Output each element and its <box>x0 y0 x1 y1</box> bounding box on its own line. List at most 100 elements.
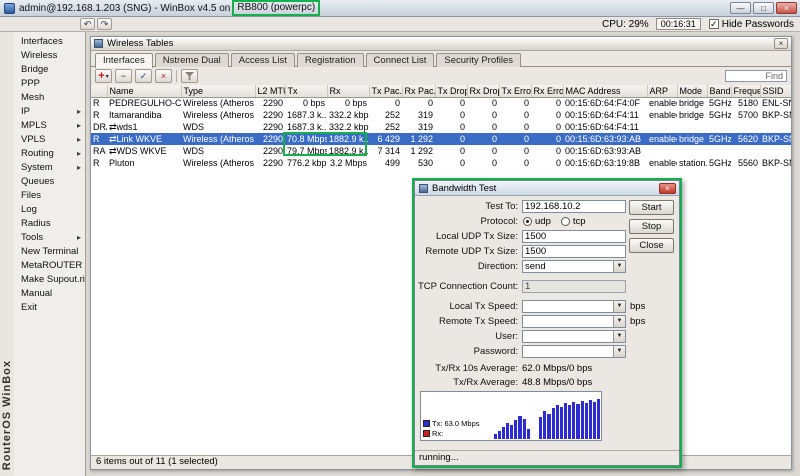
sidebar-item-new-terminal[interactable]: New Terminal <box>14 244 85 258</box>
close-dialog-button[interactable]: Close <box>629 238 674 253</box>
test-to-input[interactable]: 192.168.10.2 <box>522 200 626 213</box>
sidebar-item-bridge[interactable]: Bridge <box>14 62 85 76</box>
filter-button[interactable] <box>181 69 198 83</box>
column-header-mode[interactable]: Mode <box>677 85 707 97</box>
tab-security-profiles[interactable]: Security Profiles <box>436 53 521 67</box>
sidebar-item-ip[interactable]: IP▸ <box>14 104 85 118</box>
remote-tx-speed-select[interactable]: ▼ <box>522 315 626 328</box>
column-header-mac-address[interactable]: MAC Address <box>563 85 647 97</box>
app-title: admin@192.168.1.203 (SNG) - WinBox v4.5 … <box>19 0 320 16</box>
sidebar-item-wireless[interactable]: Wireless <box>14 48 85 62</box>
sidebar-item-vpls[interactable]: VPLS▸ <box>14 132 85 146</box>
column-header-tx-drops[interactable]: Tx Drops <box>435 85 467 97</box>
cell-tx: 1687.3 k... <box>285 109 327 121</box>
tab-access-list[interactable]: Access List <box>231 53 295 67</box>
test-to-label: Test To: <box>418 201 522 212</box>
disable-button[interactable]: × <box>155 69 172 83</box>
add-button[interactable]: +▾ <box>95 69 112 83</box>
sidebar-item-make-supout-rif[interactable]: Make Supout.rif <box>14 272 85 286</box>
column-header-tx-errors[interactable]: Tx Errors <box>499 85 531 97</box>
cell-mac: 00:15:6D:64:F4:11 <box>563 109 647 121</box>
column-header-type[interactable]: Type <box>181 85 255 97</box>
window-close-button[interactable]: × <box>774 38 788 49</box>
cell-tx_drops: 0 <box>435 133 467 145</box>
remote-udp-tx-size-input[interactable]: 1500 <box>522 245 626 258</box>
tab-bar: InterfacesNstreme DualAccess ListRegistr… <box>91 51 791 67</box>
password-label: Password: <box>418 346 522 357</box>
protocol-tcp-radio[interactable] <box>561 217 570 226</box>
table-row-link-wkve[interactable]: R⇄Link WKVEWireless (Atheros AR5...22907… <box>91 133 791 145</box>
cell-arp <box>647 145 677 157</box>
dialog-close-button[interactable]: × <box>659 183 676 194</box>
sidebar-item-mpls[interactable]: MPLS▸ <box>14 118 85 132</box>
column-header-rx[interactable]: Rx <box>327 85 369 97</box>
cell-ssid <box>760 145 791 157</box>
sidebar-item-mesh[interactable]: Mesh <box>14 90 85 104</box>
table-row-wds-wkve[interactable]: RA⇄WDS WKVEWDS229079.7 Mbps1882.9 k...7 … <box>91 145 791 157</box>
sidebar-item-interfaces[interactable]: Interfaces <box>14 34 85 48</box>
sidebar-item-log[interactable]: Log <box>14 202 85 216</box>
tab-interfaces[interactable]: Interfaces <box>95 53 153 68</box>
column-header-arp[interactable]: ARP <box>647 85 677 97</box>
rx-legend-swatch <box>423 430 430 437</box>
start-button[interactable]: Start <box>629 200 674 215</box>
column-header-name[interactable]: Name <box>107 85 181 97</box>
sidebar-item-tools[interactable]: Tools▸ <box>14 230 85 244</box>
password-select[interactable]: ▼ <box>522 345 626 358</box>
enable-button[interactable]: ✓ <box>135 69 152 83</box>
user-value <box>523 331 613 342</box>
caret-down-icon: ▾ <box>106 73 109 80</box>
maximize-button[interactable]: □ <box>753 2 774 14</box>
column-header-l2-mtu[interactable]: L2 MTU <box>255 85 285 97</box>
stop-button[interactable]: Stop <box>629 219 674 234</box>
cell-l2mtu: 2290 <box>255 145 285 157</box>
table-row-pluton[interactable]: RPlutonWireless (Atheros AR5...2290776.2… <box>91 157 791 169</box>
remove-button[interactable]: − <box>115 69 132 83</box>
column-header-flags[interactable] <box>91 85 107 97</box>
sidebar-item-system[interactable]: System▸ <box>14 160 85 174</box>
cell-ssid: BKP-SN... <box>760 157 791 169</box>
close-button[interactable]: × <box>776 2 797 14</box>
sidebar-item-routing[interactable]: Routing▸ <box>14 146 85 160</box>
sidebar-item-manual[interactable]: Manual <box>14 286 85 300</box>
sidebar-item-exit[interactable]: Exit <box>14 300 85 314</box>
wireless-tables-titlebar[interactable]: Wireless Tables × <box>91 37 791 51</box>
table-row-pedregulho-caca[interactable]: RPEDREGULHO-CACA...Wireless (Atheros AR5… <box>91 97 791 109</box>
minimize-button[interactable]: — <box>730 2 751 14</box>
column-header-band[interactable]: Band <box>707 85 731 97</box>
hide-passwords-checkbox[interactable]: ✓ <box>709 19 719 29</box>
table-row-wds1[interactable]: DRA⇄wds1WDS22901687.3 k...332.2 kbps2523… <box>91 121 791 133</box>
local-tx-speed-select[interactable]: ▼ <box>522 300 626 313</box>
cell-name: ⇄wds1 <box>107 121 181 133</box>
column-header-ssid[interactable]: SSID <box>760 85 791 97</box>
cell-name: Itamarandiba <box>107 109 181 121</box>
column-header-rx-pac[interactable]: Rx Pac... <box>402 85 435 97</box>
sidebar-item-radius[interactable]: Radius <box>14 216 85 230</box>
redo-button[interactable]: ↷ <box>97 18 112 30</box>
dialog-titlebar[interactable]: Bandwidth Test × <box>415 181 679 196</box>
sidebar-item-files[interactable]: Files <box>14 188 85 202</box>
column-header-tx-pac[interactable]: Tx Pac... <box>369 85 402 97</box>
sidebar-item-label: New Terminal <box>21 246 78 257</box>
sidebar-item-queues[interactable]: Queues <box>14 174 85 188</box>
tab-nstreme-dual[interactable]: Nstreme Dual <box>155 53 229 67</box>
column-header-rx-errors[interactable]: Rx Errors <box>531 85 563 97</box>
tx-bar <box>585 403 588 439</box>
sidebar-item-ppp[interactable]: PPP <box>14 76 85 90</box>
column-header-frequen[interactable]: Frequen... <box>731 85 760 97</box>
tab-connect-list[interactable]: Connect List <box>366 53 435 67</box>
protocol-udp-radio[interactable] <box>523 217 532 226</box>
table-row-itamarandiba[interactable]: RItamarandibaWireless (Atheros AR5...229… <box>91 109 791 121</box>
column-header-rx-drops[interactable]: Rx Drops <box>467 85 499 97</box>
cell-mac: 00:15:6D:64:F4:11 <box>563 121 647 133</box>
submenu-arrow-icon: ▸ <box>77 107 81 116</box>
local-udp-tx-size-input[interactable]: 1500 <box>522 230 626 243</box>
undo-button[interactable]: ↶ <box>80 18 95 30</box>
column-header-tx[interactable]: Tx <box>285 85 327 97</box>
sidebar-item-metarouter[interactable]: MetaROUTER <box>14 258 85 272</box>
cell-band <box>707 145 731 157</box>
direction-select[interactable]: send ▼ <box>522 260 626 273</box>
user-select[interactable]: ▼ <box>522 330 626 343</box>
find-input[interactable]: Find <box>725 70 787 82</box>
tab-registration[interactable]: Registration <box>297 53 364 67</box>
